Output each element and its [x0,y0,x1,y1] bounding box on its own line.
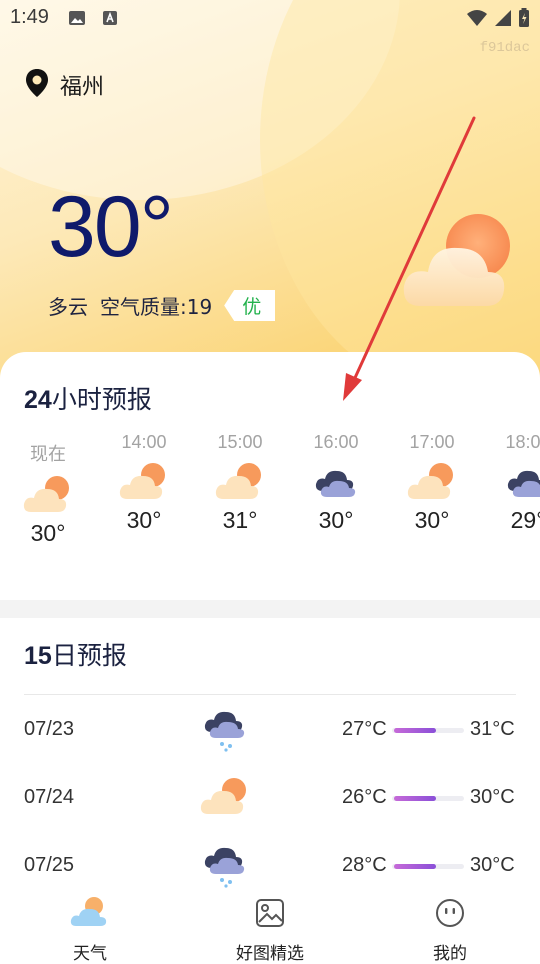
tab-label: 好图精选 [236,944,304,964]
temperature-range-bar [392,864,464,869]
daily-row[interactable]: 07/24 26°C 30°C [0,768,540,828]
daily-high: 31°C [470,718,515,740]
bottom-tab-bar: 天气 好图精选 我的 [0,888,540,964]
signal-icon [494,9,512,31]
divider [24,694,516,695]
wifi-icon [466,9,488,31]
temperature-range-bar [392,728,464,733]
condition-text: 多云 [48,295,88,319]
rain-cloud-icon [200,704,250,758]
tab-profile[interactable]: 我的 [390,896,510,964]
tab-label: 我的 [433,944,467,964]
hourly-item: 15:00 31° [192,432,288,534]
status-bar: 1:49 [0,0,540,36]
air-quality-label: 空气质量:19 [100,295,213,319]
text-icon [102,10,118,26]
section-divider [0,600,540,618]
daily-high: 30°C [470,854,515,876]
image-icon [68,10,85,26]
location-name: 福州 [60,75,105,100]
daily-high: 30°C [470,786,515,808]
watermark: f91dac [479,40,530,56]
current-temperature: 30° [48,179,174,275]
hourly-item: 16:00 30° [288,432,384,534]
location-selector[interactable]: 福州 [24,68,104,102]
tab-weather[interactable]: 天气 [30,896,150,964]
daily-low: 28°C [342,854,387,876]
gallery-tab-icon [253,899,287,935]
hourly-forecast-card: 24小时预报 现在 30° 14:00 30° 15:00 31° 16:00 [0,352,540,600]
partly-cloudy-icon [200,772,250,826]
daily-row[interactable]: 07/25 28°C 30°C [0,836,540,896]
rain-cloud-icon [200,840,250,894]
current-conditions: 多云 空气质量:19 优 [48,290,276,321]
temperature-range-bar [392,796,464,801]
air-quality-badge: 优 [224,290,276,321]
tab-gallery[interactable]: 好图精选 [210,896,330,964]
daily-forecast-card: 15日预报 07/23 27°C 31°C 07/24 26°C 30°C 07… [0,618,540,888]
hero-decoration [260,0,540,400]
daily-low: 27°C [342,718,387,740]
partly-cloudy-icon [192,461,288,503]
daily-date: 07/23 [24,718,75,740]
dark-cloudy-icon [480,461,540,503]
dark-cloudy-icon [288,461,384,503]
partly-cloudy-icon [384,461,480,503]
partly-cloudy-icon [0,474,96,516]
partly-cloudy-icon [400,210,520,320]
profile-tab-icon [433,899,467,935]
hourly-item: 18:00 29° [480,432,540,534]
hourly-item: 14:00 30° [96,432,192,534]
weather-tab-icon [70,897,110,935]
daily-date: 07/24 [24,786,75,808]
tab-label: 天气 [73,944,107,964]
hourly-list[interactable]: 现在 30° 14:00 30° 15:00 31° 16:00 30° 17:… [0,432,540,572]
battery-icon [518,8,530,32]
hourly-title: 24小时预报 [24,385,152,414]
partly-cloudy-icon [96,461,192,503]
status-time: 1:49 [10,6,49,28]
daily-title: 15日预报 [24,641,127,670]
hourly-item: 17:00 30° [384,432,480,534]
daily-low: 26°C [342,786,387,808]
daily-date: 07/25 [24,854,75,876]
hourly-item: 现在 30° [0,432,96,547]
location-pin-icon [24,68,50,102]
daily-row[interactable]: 07/23 27°C 31°C [0,700,540,760]
